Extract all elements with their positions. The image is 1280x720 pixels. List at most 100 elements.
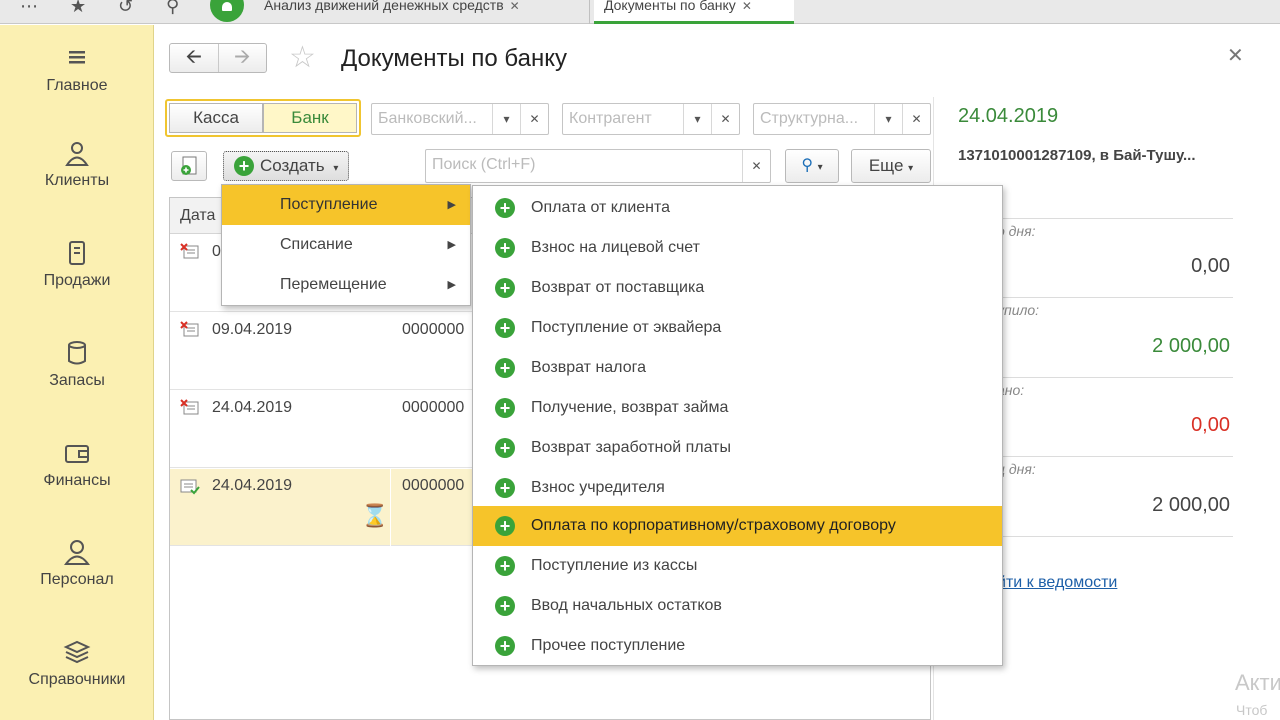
submenu-item[interactable]: + Ввод начальных остатков (473, 586, 1002, 626)
submenu-item-label: Ввод начальных остатков (531, 597, 722, 614)
row-number: 0000000 (402, 477, 465, 494)
cash-bank-toggle: Касса Банк (165, 99, 361, 137)
filter-value[interactable]: Банковский... (372, 104, 492, 134)
sidebar-item-clients[interactable]: Клиенты (0, 138, 154, 190)
more-label: Еще (868, 156, 904, 175)
submenu-item[interactable]: + Возврат от поставщика (473, 268, 1002, 308)
structure-filter[interactable]: Структурна... ▾ ✕ (753, 103, 931, 135)
go-to-statement-link[interactable]: йти к ведомости (997, 574, 1117, 592)
person-icon (62, 537, 92, 567)
menu-item-transfer[interactable]: Перемещение ▶ (222, 265, 470, 305)
stock-icon (62, 338, 92, 368)
top-tab-bar: ⋯ ★ ↺ ⚲ Анализ движений денежных средств… (0, 0, 1280, 24)
submenu-item[interactable]: + Взнос учредителя (473, 468, 1002, 508)
history-icon[interactable]: ↺ (118, 0, 133, 17)
plus-circle-icon: + (495, 596, 515, 616)
submenu-item[interactable]: + Прочее поступление (473, 626, 1002, 666)
chevron-down-icon: ▾ (817, 162, 823, 173)
bank-account-filter[interactable]: Банковский... ▾ ✕ (371, 103, 549, 135)
notifications-bell-icon[interactable] (210, 0, 244, 22)
back-arrow-icon[interactable]: 🡨 (170, 44, 218, 72)
row-number: 0000000 (402, 399, 465, 416)
filter-value[interactable]: Контрагент (563, 104, 683, 134)
apps-grid-icon[interactable]: ⋯ (20, 0, 38, 17)
books-icon (62, 637, 92, 667)
sidebar-item-references[interactable]: Справочники (0, 637, 154, 689)
toggle-bank[interactable]: Банк (263, 103, 357, 133)
more-button[interactable]: Еще ▾ (851, 149, 931, 183)
plus-circle-icon: + (234, 156, 254, 176)
plus-circle-icon: + (495, 238, 515, 258)
search-button[interactable]: ⚲ ▾ (785, 149, 839, 183)
chevron-down-icon: ▾ (333, 163, 339, 174)
menu-icon (62, 43, 92, 73)
close-icon[interactable]: ✕ (510, 0, 520, 13)
submenu-item-label: Оплата от клиента (531, 199, 671, 216)
create-button[interactable]: + Создать ▾ (223, 151, 349, 181)
submenu-item[interactable]: + Возврат заработной платы (473, 428, 1002, 468)
sidebar-item-personnel[interactable]: Персонал (0, 537, 154, 589)
clear-icon[interactable]: ✕ (902, 104, 930, 134)
receipt-submenu: + Оплата от клиента + Взнос на лицевой сче… (472, 185, 1003, 666)
spent-value: 0,00 (1191, 414, 1230, 436)
create-copy-button[interactable] (171, 151, 207, 181)
favorites-star-icon[interactable]: ★ (70, 0, 86, 17)
sidebar-item-label: Персонал (40, 571, 114, 588)
submenu-item[interactable]: + Оплата от клиента (473, 188, 1002, 228)
menu-item-label: Списание (280, 236, 353, 253)
favorite-star-icon[interactable]: ☆ (289, 43, 316, 73)
sidebar-item-stock[interactable]: Запасы (0, 338, 154, 390)
clear-icon[interactable]: ✕ (742, 150, 770, 182)
search-placeholder: Поиск (Ctrl+F) (432, 156, 536, 173)
tab-label: Анализ движений денежных средств (264, 0, 504, 13)
close-icon[interactable]: ✕ (742, 0, 752, 13)
clear-icon[interactable]: ✕ (711, 104, 739, 134)
submenu-item-label: Оплата по корпоративному/страховому дого… (531, 517, 896, 534)
search-input[interactable]: Поиск (Ctrl+F) ✕ (425, 149, 771, 183)
plus-circle-icon: + (495, 478, 515, 498)
toggle-kassa[interactable]: Касса (169, 103, 263, 133)
sidebar-item-label: Клиенты (44, 172, 110, 189)
plus-circle-icon: + (495, 278, 515, 298)
chevron-right-icon: ▶ (447, 239, 456, 251)
clear-icon[interactable]: ✕ (520, 104, 548, 134)
chevron-down-icon: ▾ (908, 163, 914, 174)
row-date: 0 (212, 243, 221, 260)
create-label: Создать (260, 156, 325, 175)
document-deleted-icon (180, 321, 200, 339)
sidebar-item-finance[interactable]: Финансы (0, 438, 154, 490)
submenu-item[interactable]: + Поступление из кассы (473, 546, 1002, 586)
sidebar-item-main[interactable]: Главное (0, 43, 154, 95)
submenu-item[interactable]: + Возврат налога (473, 348, 1002, 388)
submenu-item[interactable]: + Получение, возврат займа (473, 388, 1002, 428)
tab-bank-documents[interactable]: Документы по банку ✕ (594, 0, 794, 24)
submenu-item-label: Возврат заработной платы (531, 439, 732, 456)
menu-item-label: Поступление (280, 196, 378, 213)
close-icon[interactable]: ✕ (1227, 43, 1244, 68)
submenu-item[interactable]: + Поступление от эквайера (473, 308, 1002, 348)
plus-circle-icon: + (495, 398, 515, 418)
submenu-item-highlighted[interactable]: + Оплата по корпоративному/страховому дог… (473, 506, 1002, 546)
received-value: 2 000,00 (1152, 335, 1230, 357)
plus-circle-icon: + (495, 636, 515, 656)
balance-date: 24.04.2019 (958, 105, 1059, 127)
sidebar-item-sales[interactable]: Продажи (0, 238, 154, 290)
row-number: 0000000 (402, 321, 465, 338)
tab-cash-flow-analysis[interactable]: Анализ движений денежных средств ✕ (254, 0, 590, 24)
counterparty-filter[interactable]: Контрагент ▾ ✕ (562, 103, 740, 135)
dropdown-icon[interactable]: ▾ (492, 104, 520, 134)
row-date: 24.04.2019 (212, 399, 293, 416)
filter-value[interactable]: Структурна... (754, 104, 874, 134)
dropdown-icon[interactable]: ▾ (874, 104, 902, 134)
menu-item-receipt[interactable]: Поступление ▶ (222, 185, 470, 225)
received-label: упило: (997, 302, 1040, 318)
search-icon[interactable]: ⚲ (166, 0, 179, 17)
row-date: 09.04.2019 (212, 321, 293, 338)
forward-arrow-icon[interactable]: 🡪 (217, 44, 267, 72)
menu-item-writeoff[interactable]: Списание ▶ (222, 225, 470, 265)
plus-circle-icon: + (495, 438, 515, 458)
chevron-right-icon: ▶ (447, 199, 456, 211)
create-menu: Поступление ▶ Списание ▶ Перемещение ▶ (221, 184, 471, 306)
submenu-item[interactable]: + Взнос на лицевой счет (473, 228, 1002, 268)
dropdown-icon[interactable]: ▾ (683, 104, 711, 134)
